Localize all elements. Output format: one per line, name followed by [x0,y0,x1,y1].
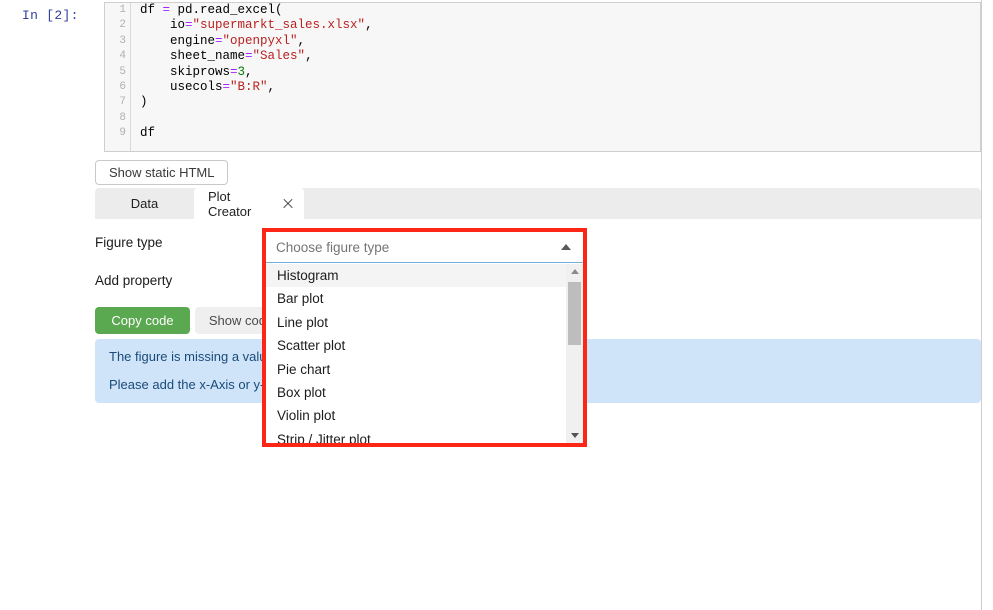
add-property-label: Add property [95,273,173,288]
code-line: ) [140,95,148,110]
scrollbar-thumb[interactable] [568,282,581,345]
line-number: 9 [119,127,126,140]
triangle-down-glyph [570,433,579,438]
line-number: 8 [119,111,126,124]
line-number: 5 [119,65,126,78]
scroll-up-icon[interactable] [566,264,583,279]
app-root: In [2]: 1 2 3 4 5 6 7 8 9 df = pd.read_excel( io… [0,0,993,610]
tab-plot-creator[interactable]: Plot Creator [194,188,304,219]
figure-type-dropdown-highlight: Choose figure type Histogram Bar plot Line… [262,228,587,447]
tab-data[interactable]: Data [95,188,194,219]
code-editor[interactable]: 1 2 3 4 5 6 7 8 9 df = pd.read_excel( io="superm… [104,2,981,152]
line-number: 3 [119,34,126,47]
copy-code-button[interactable]: Copy code [95,307,190,334]
tab-data-label: Data [130,196,159,211]
tab-strip: Data Plot Creator [95,188,981,219]
figure-type-option[interactable]: Histogram [266,264,566,288]
line-number-gutter: 1 2 3 4 5 6 7 8 9 [105,3,131,151]
cell-execution-prompt: In [2]: [22,8,79,23]
scroll-down-icon[interactable] [566,428,583,443]
notebook-input-cell: In [2]: 1 2 3 4 5 6 7 8 9 df = pd.read_excel( io… [0,0,981,154]
figure-type-label: Figure type [95,235,163,250]
tab-plot-creator-label: Plot Creator [208,188,252,219]
line-number: 2 [119,19,126,32]
line-number: 4 [119,50,126,63]
dropdown-scrollbar[interactable] [566,264,583,443]
figure-type-option[interactable]: Pie chart [266,358,566,381]
figure-type-option[interactable]: Violin plot [266,404,566,427]
figure-type-option[interactable]: Strip / Jitter plot [266,428,566,443]
code-line: usecols="B:R", [140,79,276,94]
figure-type-option[interactable]: Box plot [266,381,566,404]
code-line: df [140,126,156,141]
code-line: engine="openpyxl", [140,33,306,48]
close-icon[interactable] [281,197,294,211]
chevron-up-icon[interactable] [561,244,571,250]
figure-type-option-list: Histogram Bar plot Line plot Scatter plot Pi… [266,264,583,443]
line-number: 1 [119,4,126,16]
triangle-up-glyph [570,269,579,274]
show-static-html-button[interactable]: Show static HTML [95,160,229,185]
code-line: sheet_name="Sales", [140,49,313,64]
figure-type-options-container: Histogram Bar plot Line plot Scatter plot Pi… [266,264,566,443]
code-line: df = pd.read_excel( [140,3,283,17]
figure-type-option[interactable]: Bar plot [266,287,566,310]
code-line: skiprows=3, [140,64,253,79]
line-number: 6 [119,80,126,93]
figure-type-select-control[interactable]: Choose figure type [266,232,583,263]
notebook-right-edge [981,0,982,610]
figure-type-placeholder: Choose figure type [276,239,390,255]
figure-type-option[interactable]: Line plot [266,311,566,334]
code-source-text[interactable]: df = pd.read_excel( io="supermarkt_sales… [132,3,980,151]
code-line: io="supermarkt_sales.xlsx", [140,18,373,33]
line-number: 7 [119,96,126,109]
figure-type-option[interactable]: Scatter plot [266,334,566,357]
